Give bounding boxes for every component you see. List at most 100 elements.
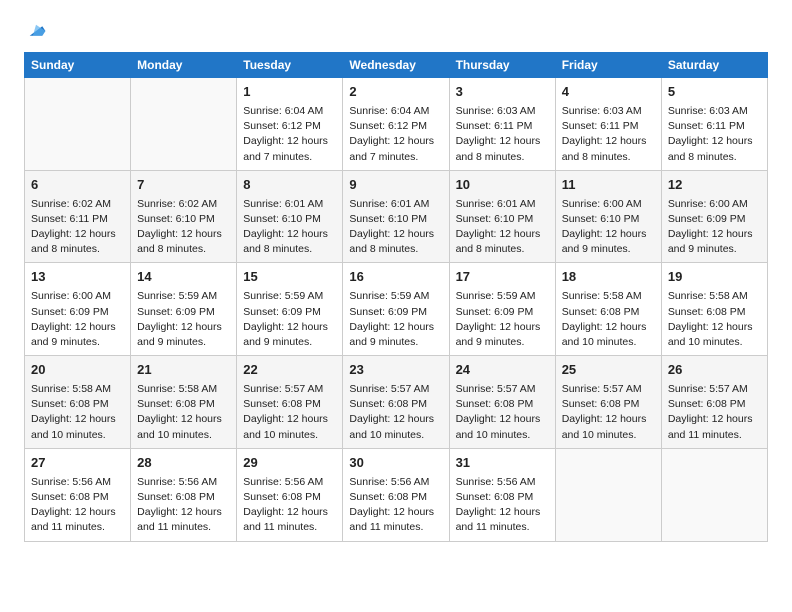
sunset-text: Sunset: 6:09 PM xyxy=(137,305,230,320)
day-number: 19 xyxy=(668,268,761,287)
daylight-text: Daylight: 12 hours and 7 minutes. xyxy=(243,134,336,164)
daylight-text: Daylight: 12 hours and 8 minutes. xyxy=(31,227,124,257)
daylight-text: Daylight: 12 hours and 9 minutes. xyxy=(562,227,655,257)
calendar-week-row: 6Sunrise: 6:02 AMSunset: 6:11 PMDaylight… xyxy=(25,170,768,263)
calendar-table: SundayMondayTuesdayWednesdayThursdayFrid… xyxy=(24,52,768,542)
day-number: 1 xyxy=(243,83,336,102)
sunset-text: Sunset: 6:08 PM xyxy=(456,397,549,412)
daylight-text: Daylight: 12 hours and 11 minutes. xyxy=(456,505,549,535)
calendar-cell: 29Sunrise: 5:56 AMSunset: 6:08 PMDayligh… xyxy=(237,448,343,541)
daylight-text: Daylight: 12 hours and 10 minutes. xyxy=(562,412,655,442)
calendar-cell: 22Sunrise: 5:57 AMSunset: 6:08 PMDayligh… xyxy=(237,356,343,449)
sunrise-text: Sunrise: 6:03 AM xyxy=(562,104,655,119)
sunrise-text: Sunrise: 6:01 AM xyxy=(243,197,336,212)
sunrise-text: Sunrise: 6:02 AM xyxy=(31,197,124,212)
day-number: 8 xyxy=(243,176,336,195)
sunset-text: Sunset: 6:08 PM xyxy=(456,490,549,505)
calendar-cell: 6Sunrise: 6:02 AMSunset: 6:11 PMDaylight… xyxy=(25,170,131,263)
calendar-cell: 11Sunrise: 6:00 AMSunset: 6:10 PMDayligh… xyxy=(555,170,661,263)
day-number: 26 xyxy=(668,361,761,380)
sunset-text: Sunset: 6:09 PM xyxy=(349,305,442,320)
calendar-cell: 4Sunrise: 6:03 AMSunset: 6:11 PMDaylight… xyxy=(555,78,661,171)
sunrise-text: Sunrise: 5:57 AM xyxy=(562,382,655,397)
header xyxy=(24,18,768,42)
daylight-text: Daylight: 12 hours and 8 minutes. xyxy=(456,134,549,164)
sunrise-text: Sunrise: 6:04 AM xyxy=(243,104,336,119)
sunrise-text: Sunrise: 5:58 AM xyxy=(31,382,124,397)
sunrise-text: Sunrise: 6:04 AM xyxy=(349,104,442,119)
day-number: 20 xyxy=(31,361,124,380)
sunrise-text: Sunrise: 5:58 AM xyxy=(668,289,761,304)
sunrise-text: Sunrise: 5:56 AM xyxy=(31,475,124,490)
day-number: 4 xyxy=(562,83,655,102)
day-of-week-header: Monday xyxy=(131,53,237,78)
sunset-text: Sunset: 6:08 PM xyxy=(137,490,230,505)
day-number: 25 xyxy=(562,361,655,380)
day-number: 2 xyxy=(349,83,442,102)
sunrise-text: Sunrise: 5:56 AM xyxy=(243,475,336,490)
day-number: 21 xyxy=(137,361,230,380)
calendar-week-row: 27Sunrise: 5:56 AMSunset: 6:08 PMDayligh… xyxy=(25,448,768,541)
day-of-week-header: Wednesday xyxy=(343,53,449,78)
calendar-week-row: 13Sunrise: 6:00 AMSunset: 6:09 PMDayligh… xyxy=(25,263,768,356)
day-number: 16 xyxy=(349,268,442,287)
daylight-text: Daylight: 12 hours and 9 minutes. xyxy=(456,320,549,350)
sunrise-text: Sunrise: 5:59 AM xyxy=(137,289,230,304)
sunrise-text: Sunrise: 5:56 AM xyxy=(456,475,549,490)
day-number: 23 xyxy=(349,361,442,380)
sunrise-text: Sunrise: 6:02 AM xyxy=(137,197,230,212)
sunrise-text: Sunrise: 6:00 AM xyxy=(562,197,655,212)
day-number: 24 xyxy=(456,361,549,380)
calendar-cell: 5Sunrise: 6:03 AMSunset: 6:11 PMDaylight… xyxy=(661,78,767,171)
calendar-week-row: 1Sunrise: 6:04 AMSunset: 6:12 PMDaylight… xyxy=(25,78,768,171)
daylight-text: Daylight: 12 hours and 9 minutes. xyxy=(668,227,761,257)
day-number: 31 xyxy=(456,454,549,473)
sunrise-text: Sunrise: 5:57 AM xyxy=(456,382,549,397)
sunset-text: Sunset: 6:11 PM xyxy=(562,119,655,134)
daylight-text: Daylight: 12 hours and 11 minutes. xyxy=(243,505,336,535)
day-number: 5 xyxy=(668,83,761,102)
sunrise-text: Sunrise: 6:01 AM xyxy=(349,197,442,212)
day-number: 14 xyxy=(137,268,230,287)
calendar-cell: 12 Sunrise: 6:00 AMSunset: 6:09 PMDayligh… xyxy=(661,170,767,263)
calendar-cell: 7Sunrise: 6:02 AMSunset: 6:10 PMDaylight… xyxy=(131,170,237,263)
daylight-text: Daylight: 12 hours and 10 minutes. xyxy=(562,320,655,350)
sunrise-text: Sunrise: 6:00 AM xyxy=(668,197,761,212)
calendar-cell: 1 Sunrise: 6:04 AMSunset: 6:12 PMDaylight… xyxy=(237,78,343,171)
day-number: 7 xyxy=(137,176,230,195)
calendar-week-row: 20 Sunrise: 5:58 AM Sunset: 6:08 PM Dayligh… xyxy=(25,356,768,449)
day-number: 27 xyxy=(31,454,124,473)
day-number: 12 xyxy=(668,176,761,195)
day-number: 13 xyxy=(31,268,124,287)
calendar-cell: 26Sunrise: 5:57 AMSunset: 6:08 PMDayligh… xyxy=(661,356,767,449)
daylight-text: Daylight: 12 hours and 11 minutes. xyxy=(137,505,230,535)
sunset-text: Sunset: 6:09 PM xyxy=(456,305,549,320)
sunset-text: Sunset: 6:08 PM xyxy=(243,490,336,505)
day-number: 30 xyxy=(349,454,442,473)
calendar-cell xyxy=(661,448,767,541)
calendar-cell: 24Sunrise: 5:57 AMSunset: 6:08 PMDayligh… xyxy=(449,356,555,449)
calendar-cell: 9Sunrise: 6:01 AMSunset: 6:10 PMDaylight… xyxy=(343,170,449,263)
calendar-cell: 8Sunrise: 6:01 AMSunset: 6:10 PMDaylight… xyxy=(237,170,343,263)
sunrise-text: Sunrise: 5:59 AM xyxy=(456,289,549,304)
daylight-text: Daylight: 12 hours and 11 minutes. xyxy=(31,505,124,535)
logo xyxy=(24,22,47,42)
sunset-text: Sunset: 6:11 PM xyxy=(668,119,761,134)
daylight-text: Daylight: 12 hours and 11 minutes. xyxy=(349,505,442,535)
calendar-cell: 16Sunrise: 5:59 AMSunset: 6:09 PMDayligh… xyxy=(343,263,449,356)
sunset-text: Sunset: 6:08 PM xyxy=(31,490,124,505)
daylight-text: Daylight: 12 hours and 9 minutes. xyxy=(31,320,124,350)
sunset-text: Sunset: 6:11 PM xyxy=(31,212,124,227)
sunrise-text: Sunrise: 5:59 AM xyxy=(349,289,442,304)
calendar-cell: 23Sunrise: 5:57 AMSunset: 6:08 PMDayligh… xyxy=(343,356,449,449)
calendar-cell: 21Sunrise: 5:58 AMSunset: 6:08 PMDayligh… xyxy=(131,356,237,449)
calendar-cell: 13Sunrise: 6:00 AMSunset: 6:09 PMDayligh… xyxy=(25,263,131,356)
sunrise-text: Sunrise: 5:57 AM xyxy=(243,382,336,397)
day-of-week-header: Tuesday xyxy=(237,53,343,78)
day-number: 18 xyxy=(562,268,655,287)
daylight-text: Daylight: 12 hours and 10 minutes. xyxy=(31,412,124,442)
sunset-text: Sunset: 6:12 PM xyxy=(243,119,336,134)
sunset-text: Sunset: 6:10 PM xyxy=(137,212,230,227)
sunset-text: Sunset: 6:09 PM xyxy=(668,212,761,227)
sunset-text: Sunset: 6:10 PM xyxy=(456,212,549,227)
